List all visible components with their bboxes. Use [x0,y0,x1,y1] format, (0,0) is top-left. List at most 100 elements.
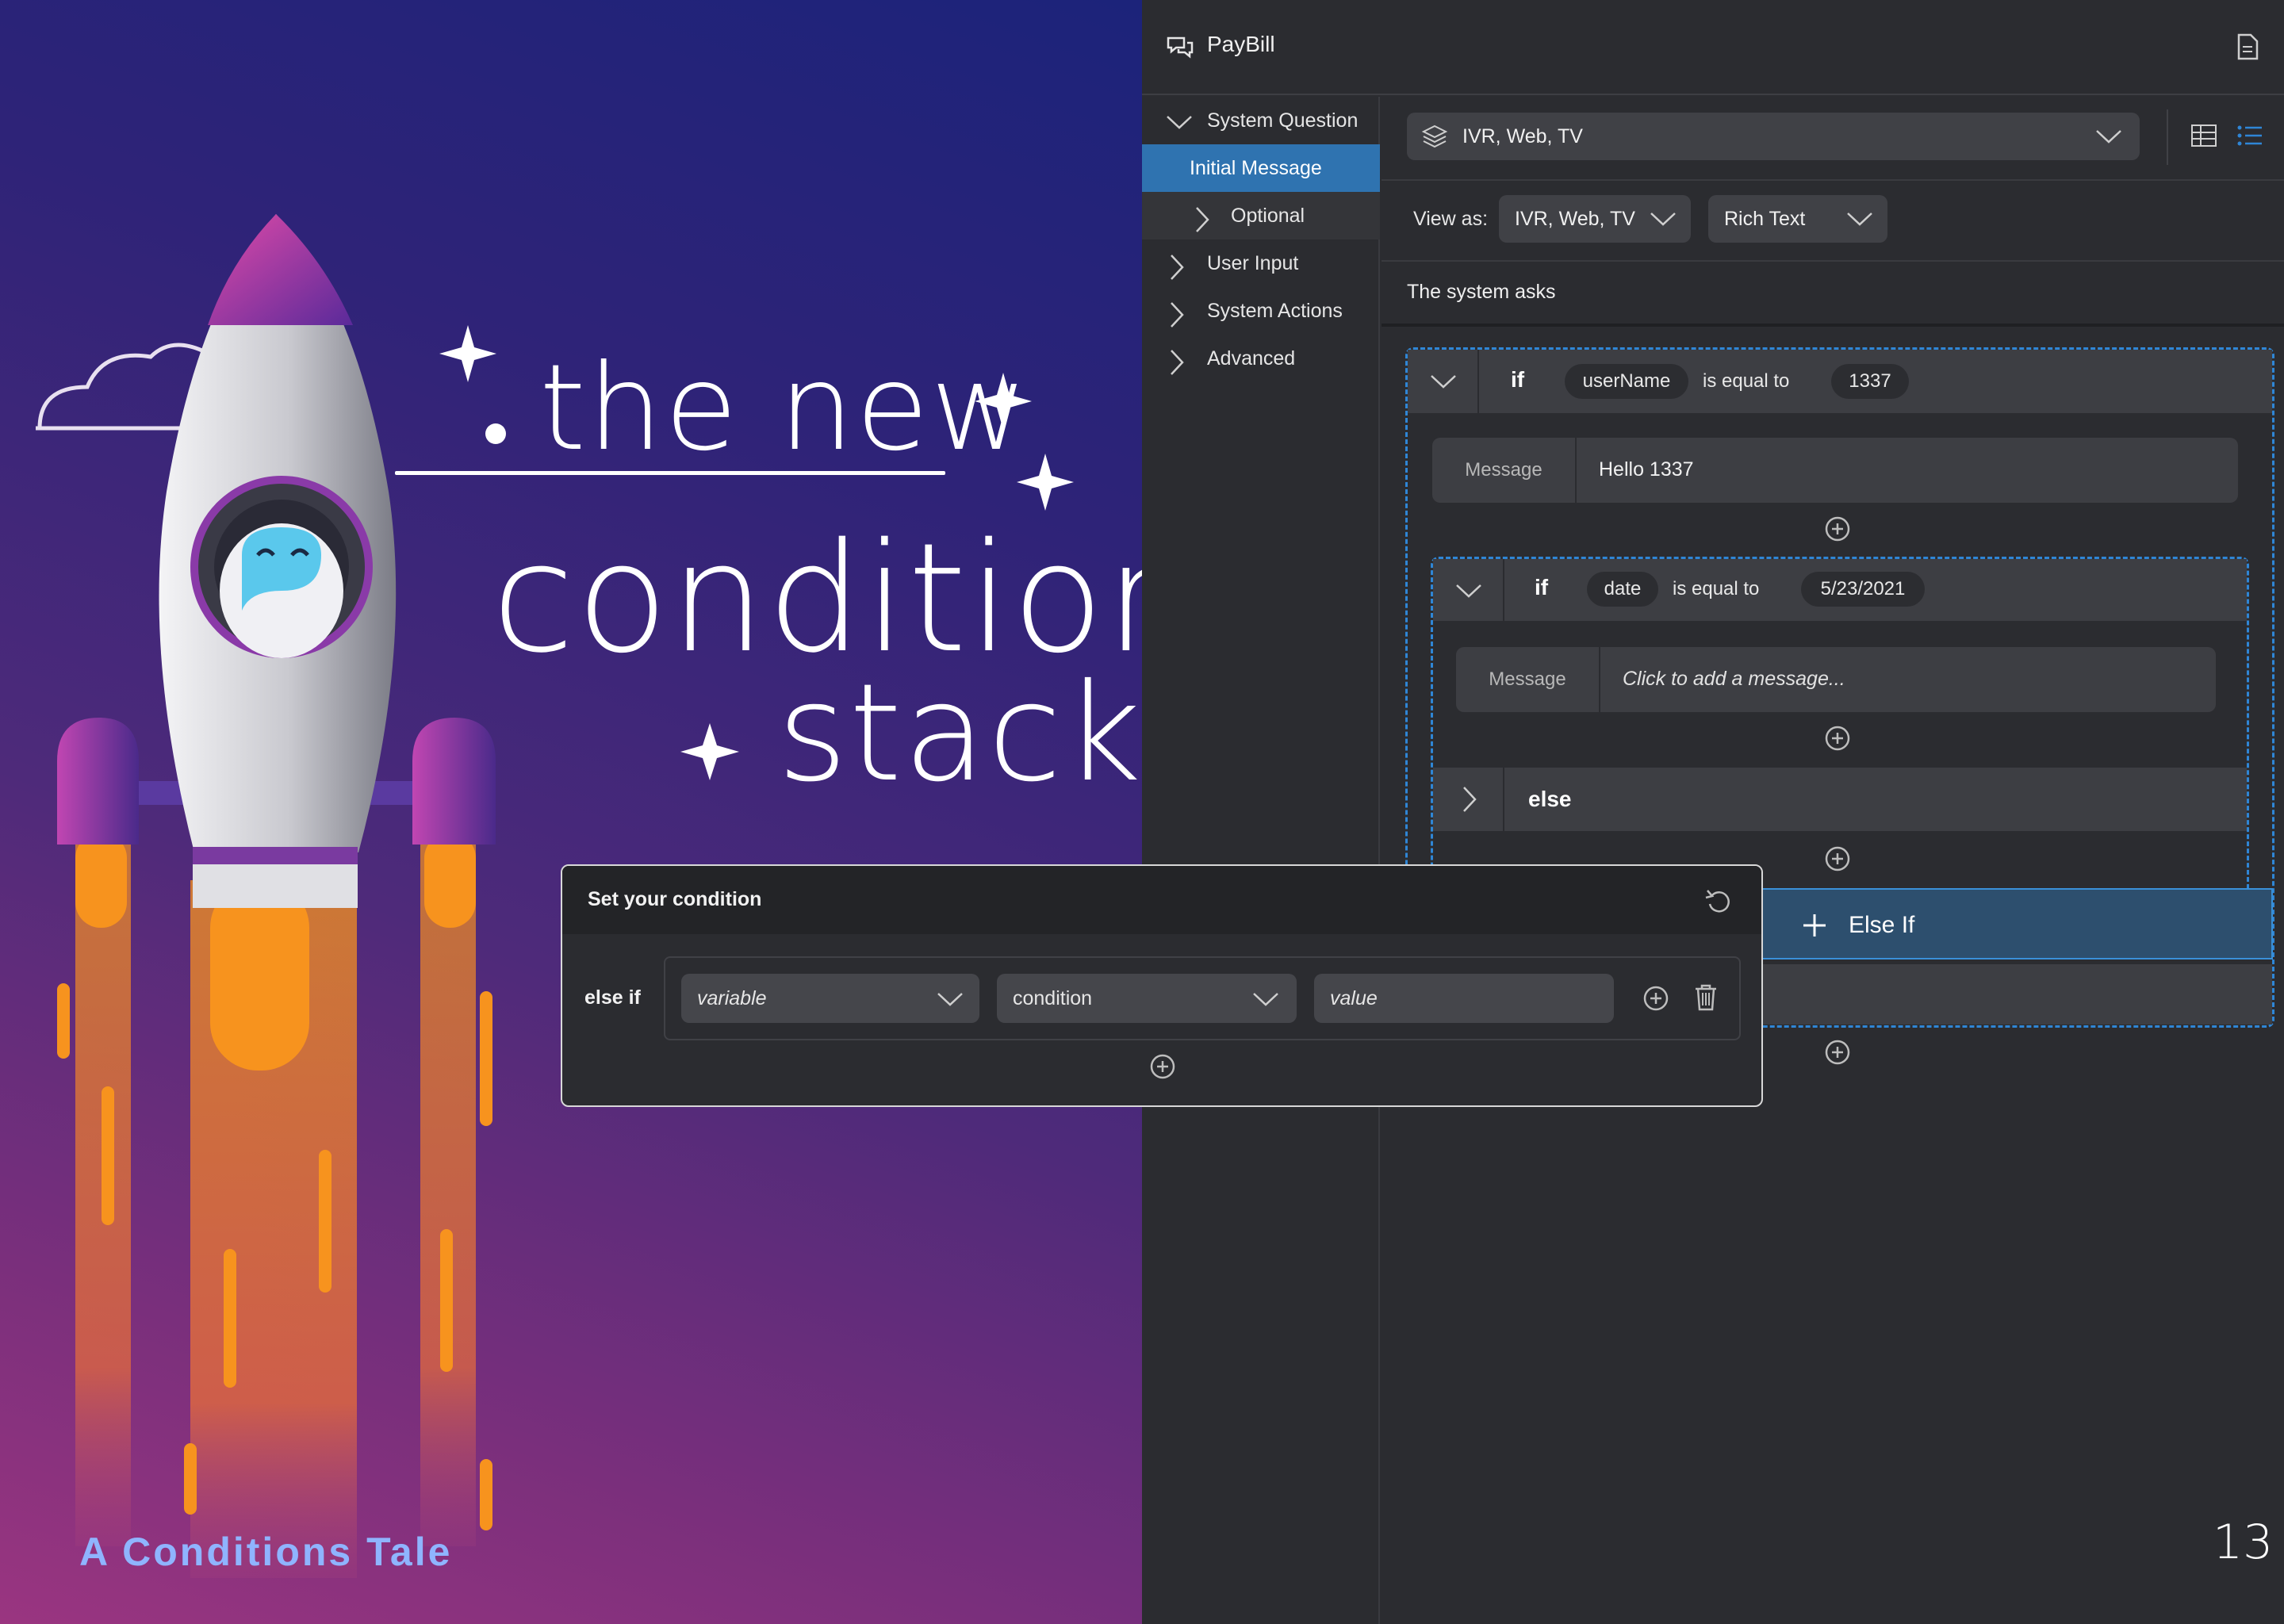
sidebar-item-system-question[interactable]: System Question [1142,97,1380,144]
value-placeholder: value [1330,987,1378,1009]
left-booster [57,718,139,845]
set-condition-dialog: Set your condition else if variable cond… [561,864,1763,1107]
add-circle-icon[interactable] [1149,1053,1176,1080]
else-if-keyword: else if [584,986,641,1009]
right-booster [412,718,496,845]
dialog-header: Set your condition [562,866,1761,934]
view-as-label: View as: [1413,208,1489,230]
view-as-channel-value: IVR, Web, TV [1515,208,1635,230]
app-title: PayBill [1207,32,1275,56]
if-condition-bar[interactable]: if userName is equal to 1337 [1408,350,2272,413]
chevron-right-icon [1463,787,1477,812]
chevron-down-icon [937,993,963,1006]
value-chip[interactable]: 1337 [1831,364,1909,399]
sidebar-item-optional[interactable]: Optional [1142,192,1380,239]
sidebar-item-label: System Actions [1207,300,1343,322]
chevron-right-icon [1171,255,1184,280]
sidebar-item-system-actions[interactable]: System Actions [1142,287,1380,335]
chevron-down-icon [1650,213,1676,226]
reset-icon[interactable] [1704,887,1734,917]
divider [1382,324,2284,327]
variable-select[interactable]: variable [681,974,979,1023]
page-number: 13 [2213,1515,2274,1570]
message-label: Message [1456,647,1600,712]
hero-headline-line1: the new [539,339,1029,477]
operator-text[interactable]: is equal to [1703,370,1789,393]
editor-content: IVR, Web, TV View as: IVR, Web, TV Rich … [1382,97,2284,1624]
table-view-icon[interactable] [2190,124,2217,147]
chevron-down-icon [1431,375,1456,389]
chevron-right-icon [1171,302,1184,327]
sparkle-icon [680,723,739,780]
divider [1382,260,2284,262]
dialog-title: Set your condition [588,888,762,910]
sidebar-item-label: Initial Message [1190,157,1322,179]
document-icon[interactable] [2236,33,2259,60]
app-window: PayBill System Question Initial Message … [1142,0,2284,1624]
list-view-icon[interactable] [2236,124,2263,147]
chevron-right-icon [1171,350,1184,375]
sparkle-icon [439,325,496,382]
variable-chip[interactable]: date [1587,572,1658,607]
layers-icon [1421,124,1448,148]
view-as-format-value: Rich Text [1724,208,1806,230]
hero-underline [395,471,945,475]
sidebar-item-label: System Question [1207,109,1359,132]
value-input[interactable]: value [1314,974,1614,1023]
tale-title: A Conditions Tale [79,1530,453,1574]
chevron-down-icon [1456,584,1481,598]
else-keyword: else [1528,787,1572,811]
channel-select[interactable]: IVR, Web, TV [1407,113,2140,160]
message-placeholder[interactable]: Click to add a message... [1623,668,1845,691]
chat-bubbles-icon [1167,36,1194,59]
if-keyword: if [1535,575,1549,599]
chevron-down-icon [1167,116,1192,129]
sidebar-item-label: User Input [1207,252,1299,274]
add-circle-icon[interactable] [1642,985,1669,1012]
add-circle-icon[interactable] [1824,515,1851,542]
collapse-toggle[interactable] [1433,559,1504,621]
sidebar-item-user-input[interactable]: User Input [1142,239,1380,287]
hero-headline-line2: condition [492,511,1142,686]
else-if-label: Else If [1849,912,1915,938]
message-row[interactable]: Message Click to add a message... [1456,647,2216,712]
variable-chip[interactable]: userName [1565,364,1688,399]
rocket-illustration [36,214,1074,1578]
view-as-format-select[interactable]: Rich Text [1708,195,1887,243]
chevron-down-icon [1847,213,1872,226]
if-keyword: if [1511,367,1525,392]
sidebar-item-advanced[interactable]: Advanced [1142,335,1380,382]
condition-select[interactable]: condition [997,974,1297,1023]
view-as-channel-select[interactable]: IVR, Web, TV [1499,195,1691,243]
else-bar[interactable]: else [1433,768,2247,831]
plus-icon [1803,914,1826,936]
hero-dot [485,423,506,444]
chevron-down-icon [2096,130,2121,144]
message-row[interactable]: Message Hello 1337 [1432,438,2238,503]
value-chip[interactable]: 5/23/2021 [1801,572,1925,607]
sidebar-item-label: Advanced [1207,347,1296,370]
divider [1382,179,2284,181]
add-circle-icon[interactable] [1824,725,1851,752]
condition-row: variable condition value [664,956,1741,1040]
section-heading: The system asks [1407,281,1556,303]
sidebar: System Question Initial Message Optional… [1142,97,1380,1624]
sidebar-item-label: Optional [1231,205,1305,227]
chevron-right-icon [1196,207,1209,232]
condition-value: condition [1013,987,1093,1009]
collapse-toggle[interactable] [1408,350,1479,413]
sidebar-item-initial-message[interactable]: Initial Message [1142,144,1380,192]
operator-text[interactable]: is equal to [1673,578,1759,600]
hero-artwork: the new condition stack A Conditions Tal… [0,0,1142,1624]
trash-icon[interactable] [1693,983,1719,1012]
variable-placeholder: variable [697,987,767,1009]
message-text[interactable]: Hello 1337 [1599,458,1694,481]
add-circle-icon[interactable] [1824,1039,1851,1066]
chevron-down-icon [1253,993,1278,1006]
message-label: Message [1432,438,1577,503]
toolbar-divider [2167,109,2168,165]
add-circle-icon[interactable] [1824,845,1851,872]
expand-toggle[interactable] [1433,768,1504,831]
if-condition-bar[interactable]: if date is equal to 5/23/2021 [1433,559,2247,621]
app-header: PayBill [1142,0,2284,95]
